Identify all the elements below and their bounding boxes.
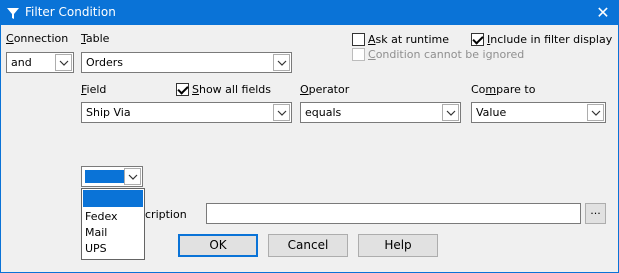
show-all-fields-label: Show all fields — [192, 83, 271, 96]
field-dropdown-button[interactable] — [273, 104, 290, 121]
value-dropdown-button[interactable] — [124, 168, 141, 185]
compare-to-select[interactable]: Value — [471, 102, 606, 123]
chevron-down-icon — [277, 110, 287, 116]
compare-to-value: Value — [476, 106, 507, 119]
title-bar: Filter Condition ✕ — [0, 0, 619, 25]
operator-dropdown-button[interactable] — [442, 104, 459, 121]
description-input[interactable] — [206, 203, 581, 224]
chevron-down-icon — [277, 60, 287, 66]
condition-cannot-be-ignored-checkbox[interactable] — [352, 48, 365, 61]
connection-value: and — [11, 56, 32, 69]
table-dropdown-button[interactable] — [273, 54, 290, 71]
operator-select[interactable]: equals — [300, 102, 461, 123]
window-title: Filter Condition — [25, 5, 116, 19]
description-label: cription — [145, 208, 187, 221]
condition-cannot-be-ignored-label: Condition cannot be ignored — [368, 48, 525, 61]
connection-select[interactable]: and — [6, 52, 74, 73]
operator-label: Operator — [300, 83, 350, 96]
field-value: Ship Via — [86, 106, 131, 119]
cancel-button[interactable]: Cancel — [268, 234, 348, 257]
connection-dropdown-button[interactable] — [55, 54, 72, 71]
value-dropdown-list: Fedex Mail UPS — [81, 188, 145, 260]
chevron-down-icon — [59, 60, 69, 66]
dropdown-item-ups[interactable]: UPS — [83, 240, 143, 257]
field-select[interactable]: Ship Via — [81, 102, 292, 123]
ok-button[interactable]: OK — [178, 234, 258, 257]
dropdown-item-blank[interactable] — [83, 190, 143, 207]
chevron-down-icon — [591, 110, 601, 116]
include-in-filter-display-checkbox[interactable] — [471, 33, 484, 46]
table-value: Orders — [86, 56, 123, 69]
description-browse-button[interactable]: ... — [585, 203, 606, 224]
value-selection-highlight — [85, 170, 124, 183]
table-label: Table — [81, 32, 110, 45]
dropdown-item-fedex[interactable]: Fedex — [83, 208, 143, 225]
include-in-filter-display-label: Include in filter display — [487, 33, 613, 46]
help-button[interactable]: Help — [358, 234, 438, 257]
connection-label-text: onnection — [13, 32, 69, 45]
table-select[interactable]: Orders — [81, 52, 292, 73]
chevron-down-icon — [446, 110, 456, 116]
compare-to-label: Compare to — [471, 83, 536, 96]
chevron-down-icon — [128, 174, 138, 180]
compare-to-dropdown-button[interactable] — [587, 104, 604, 121]
ask-at-runtime-label: Ask at runtime — [368, 33, 449, 46]
operator-value: equals — [305, 106, 342, 119]
field-label: Field — [81, 83, 107, 96]
dropdown-item-mail[interactable]: Mail — [83, 224, 143, 241]
filter-icon — [7, 8, 19, 19]
show-all-fields-checkbox[interactable] — [176, 83, 189, 96]
close-button[interactable]: ✕ — [587, 0, 619, 25]
value-select[interactable] — [81, 166, 143, 187]
connection-label: Connection — [6, 32, 69, 45]
ask-at-runtime-checkbox[interactable] — [352, 33, 365, 46]
